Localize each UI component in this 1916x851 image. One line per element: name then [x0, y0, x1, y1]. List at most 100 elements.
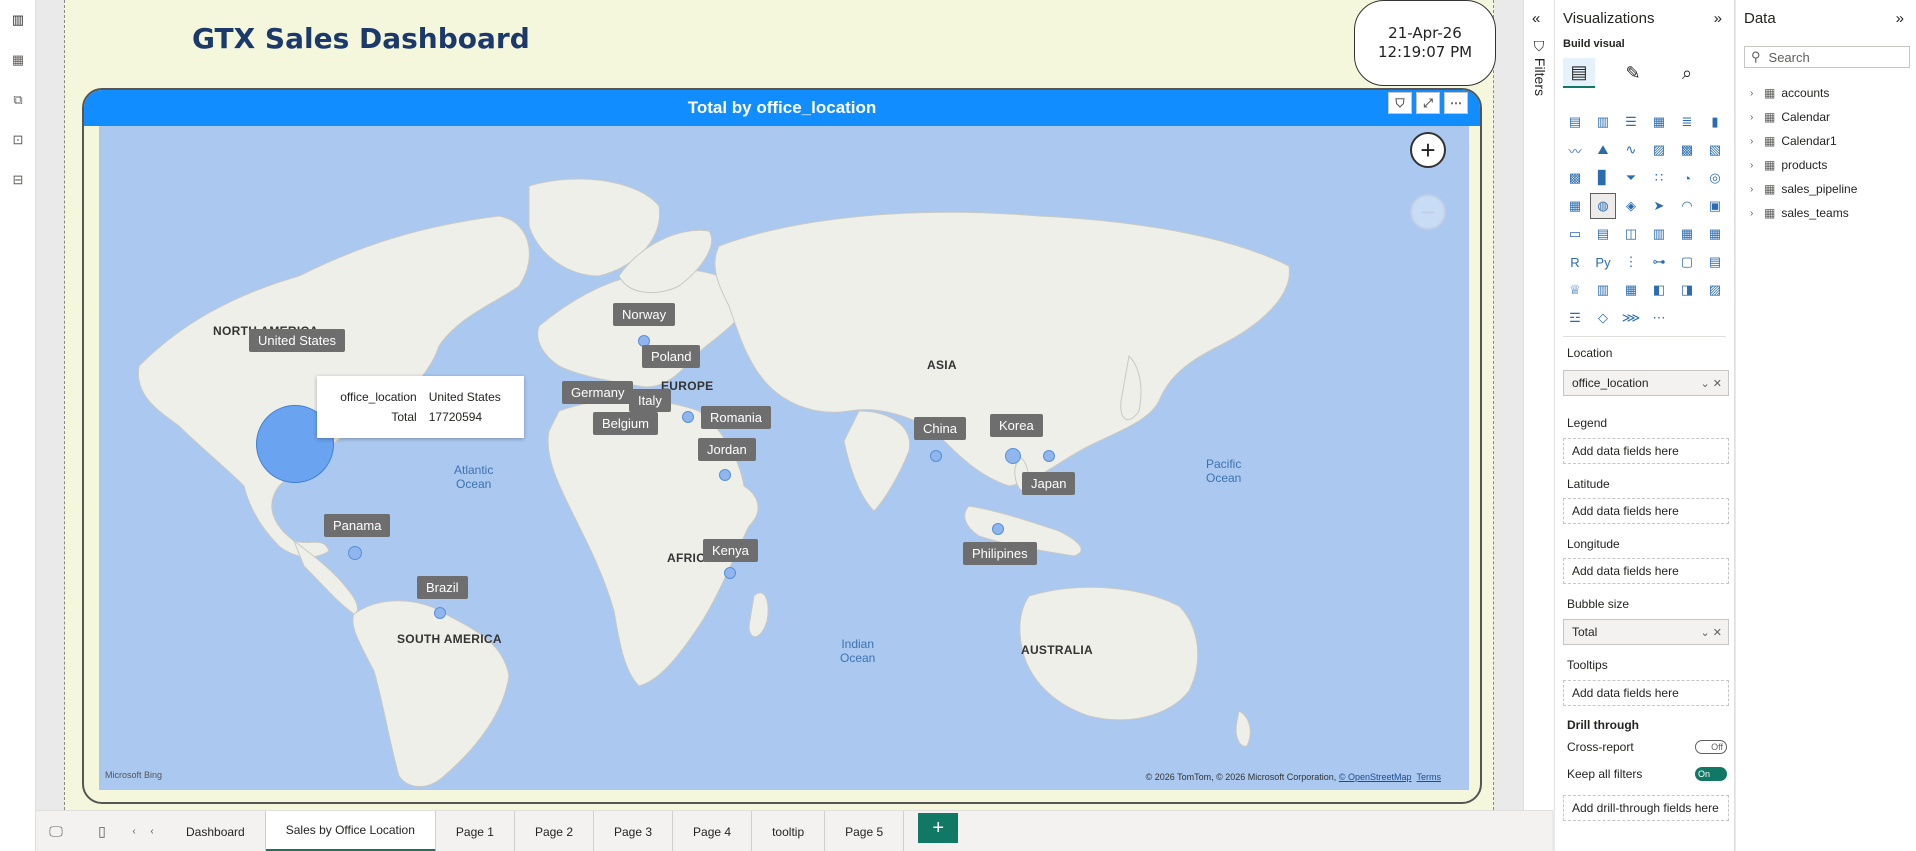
location-well-field[interactable]: office_location ⌄ ✕	[1563, 370, 1729, 396]
analytics-icon[interactable]: ⌕	[1671, 58, 1703, 88]
scatter-chart-icon[interactable]: ∷	[1647, 166, 1671, 190]
bubble-japan[interactable]	[1043, 450, 1055, 462]
keep-filters-toggle[interactable]: On	[1695, 767, 1727, 781]
expand-caret-icon[interactable]: ›	[1750, 136, 1758, 147]
100-stacked-area-chart-icon[interactable]: ▨	[1647, 138, 1671, 162]
list-slicer-icon[interactable]: ☲	[1563, 306, 1587, 330]
kpi-icon[interactable]: ▤	[1591, 222, 1615, 246]
area-chart-icon[interactable]: ⛰	[1591, 138, 1615, 162]
expand-filters-icon[interactable]: «	[1532, 10, 1540, 27]
filter-icon[interactable]: ⛉	[1388, 92, 1412, 114]
text-slicer-icon[interactable]: ◨	[1675, 278, 1699, 302]
card-icon[interactable]: ▣	[1703, 194, 1727, 218]
map-visual[interactable]: Total by office_location ⛉ ⤢ ⋯ NORTH SOU…	[82, 88, 1482, 804]
first-page-icon[interactable]: ‹	[124, 821, 144, 841]
paginated-report-icon[interactable]: ▥	[1591, 278, 1615, 302]
page-tab[interactable]: Page 1	[436, 811, 515, 851]
slicer-icon[interactable]: ◫	[1619, 222, 1643, 246]
waterfall-chart-icon[interactable]: ▊	[1591, 166, 1615, 190]
table-view-icon[interactable]: ▦	[9, 52, 27, 68]
expand-caret-icon[interactable]: ›	[1750, 112, 1758, 123]
ribbon-chart-icon[interactable]: ▩	[1563, 166, 1587, 190]
bubble-romania[interactable]	[682, 411, 694, 423]
add-page-button[interactable]: +	[918, 813, 959, 843]
page-tab[interactable]: Page 3	[594, 811, 674, 851]
line-chart-icon[interactable]: 〰	[1563, 138, 1587, 162]
100-stacked-bar-chart-icon[interactable]: ≣	[1675, 110, 1699, 134]
longitude-well-dropzone[interactable]: Add data fields here	[1563, 558, 1729, 584]
desktop-layout-icon[interactable]: 🖵	[46, 821, 66, 841]
zoom-out-button[interactable]: −	[1410, 194, 1446, 230]
page-tab[interactable]: Dashboard	[166, 811, 266, 851]
model-view-icon[interactable]: ⧉	[9, 92, 27, 108]
fields-well-icon[interactable]: ▤	[1563, 58, 1595, 88]
bubble-panama[interactable]	[348, 546, 362, 560]
stacked-bar-chart-icon[interactable]: ▤	[1563, 110, 1587, 134]
page-tab[interactable]: Sales by Office Location	[265, 811, 436, 851]
openstreetmap-link[interactable]: © OpenStreetMap	[1339, 772, 1412, 782]
qa-icon[interactable]: ▢	[1675, 250, 1699, 274]
collapse-visualizations-icon[interactable]: »	[1714, 10, 1722, 27]
drill-through-dropzone[interactable]: Add drill-through fields here	[1563, 795, 1729, 821]
expand-caret-icon[interactable]: ›	[1750, 88, 1758, 99]
donut-chart-icon[interactable]: ◎	[1703, 166, 1727, 190]
clustered-column-chart-icon[interactable]: ▦	[1647, 110, 1671, 134]
collapse-data-icon[interactable]: »	[1896, 10, 1904, 27]
clustered-bar-chart-icon[interactable]: ☰	[1619, 110, 1643, 134]
table-item[interactable]: › ▦ sales_teams	[1750, 204, 1849, 222]
expand-caret-icon[interactable]: ›	[1750, 160, 1758, 171]
cross-report-toggle[interactable]: Off	[1695, 740, 1727, 754]
r-script-visual-icon[interactable]: R	[1563, 250, 1587, 274]
funnel-chart-icon[interactable]: ⏷	[1619, 166, 1643, 190]
filters-label[interactable]: ⛉ Filters	[1532, 40, 1548, 96]
narrative-icon[interactable]: ▤	[1703, 250, 1727, 274]
image-icon[interactable]: ▨	[1703, 278, 1727, 302]
legend-well-dropzone[interactable]: Add data fields here	[1563, 438, 1729, 464]
power-apps-icon[interactable]: ▦	[1619, 278, 1643, 302]
page-tab[interactable]: Page 5	[825, 811, 905, 851]
power-automate-icon[interactable]: ◧	[1647, 278, 1671, 302]
gauge-icon[interactable]: ◠	[1675, 194, 1699, 218]
field-actions-icons[interactable]: ⌄ ✕	[1701, 377, 1723, 390]
previous-page-icon[interactable]: ‹	[142, 821, 162, 841]
latitude-well-dropzone[interactable]: Add data fields here	[1563, 498, 1729, 524]
bubble-korea[interactable]	[1005, 448, 1021, 464]
dax-query-view-icon[interactable]: ⊡	[9, 132, 27, 148]
page-tab[interactable]: Page 4	[673, 811, 753, 851]
multi-row-card-icon[interactable]: ▭	[1563, 222, 1587, 246]
bubble-china[interactable]	[930, 450, 942, 462]
bubble-philipines[interactable]	[992, 523, 1004, 535]
line-and-stacked-column-chart-icon[interactable]: ▩	[1675, 138, 1699, 162]
format-visual-icon[interactable]: ✎	[1617, 58, 1649, 88]
mobile-layout-icon[interactable]: ▯	[92, 821, 112, 841]
bubble-kenya[interactable]	[724, 567, 736, 579]
page-tab[interactable]: Page 2	[515, 811, 594, 851]
table-item[interactable]: › ▦ Calendar1	[1750, 132, 1837, 150]
expand-caret-icon[interactable]: ›	[1750, 184, 1758, 195]
page-tab[interactable]: tooltip	[752, 811, 826, 851]
table-item[interactable]: › ▦ products	[1750, 156, 1827, 174]
pie-chart-icon[interactable]: ◔	[1675, 166, 1699, 190]
arcgis-icon[interactable]: ⋙	[1619, 306, 1643, 330]
line-and-clustered-column-chart-icon[interactable]: ▧	[1703, 138, 1727, 162]
expand-caret-icon[interactable]: ›	[1750, 208, 1758, 219]
metrics-icon[interactable]: ♕	[1563, 278, 1587, 302]
filters-pane-collapsed[interactable]: « ⛉ Filters	[1523, 0, 1555, 810]
matrix-icon[interactable]: ▦	[1675, 222, 1699, 246]
key-influencers-icon[interactable]: ⋮	[1619, 250, 1643, 274]
zoom-in-button[interactable]: +	[1410, 132, 1446, 168]
card-new-icon[interactable]: ▦	[1703, 222, 1727, 246]
tmdl-view-icon[interactable]: ⊟	[9, 172, 27, 188]
report-view-icon[interactable]: ▥	[9, 12, 27, 28]
azure-map-icon[interactable]: ➤	[1647, 194, 1671, 218]
table-item[interactable]: › ▦ Calendar	[1750, 108, 1830, 126]
100-stacked-column-chart-icon[interactable]: ▮	[1703, 110, 1727, 134]
shape-map-icon[interactable]: ◇	[1591, 306, 1615, 330]
more-visuals-icon[interactable]: ⋯	[1647, 306, 1671, 330]
stacked-area-chart-icon[interactable]: ∿	[1619, 138, 1643, 162]
data-search-input[interactable]: ⚲ Search	[1744, 46, 1910, 68]
map-icon[interactable]: ◍	[1590, 193, 1616, 219]
python-visual-icon[interactable]: Py	[1591, 250, 1615, 274]
field-actions-icons[interactable]: ⌄ ✕	[1701, 626, 1723, 639]
treemap-icon[interactable]: ▦	[1563, 194, 1587, 218]
